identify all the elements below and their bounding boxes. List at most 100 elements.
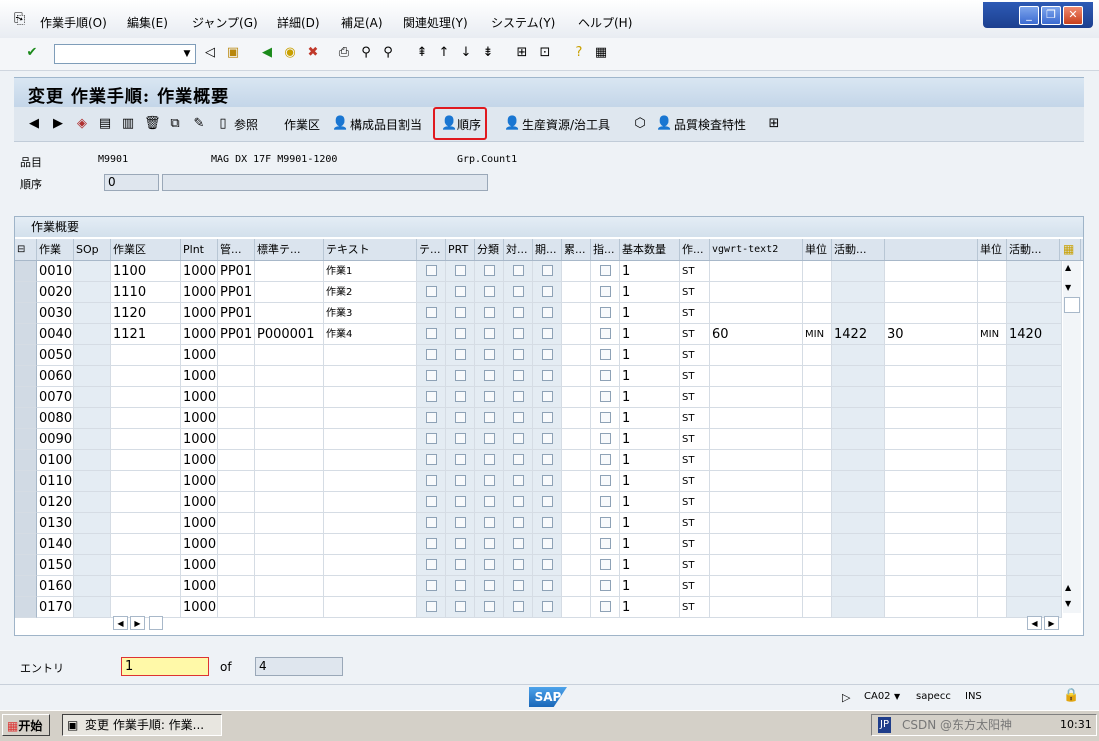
scroll-thumb[interactable] [1064, 297, 1080, 313]
cell-wc[interactable] [111, 450, 181, 471]
checkbox[interactable] [513, 265, 524, 276]
cell-v1[interactable] [710, 576, 803, 597]
cell-unit[interactable]: ST [680, 261, 710, 282]
cell-op[interactable]: 0150 [37, 555, 74, 576]
table-row[interactable]: 0020 1110 1000 PP01 作業2 1 ST [15, 282, 1063, 303]
cell-text[interactable]: 作業2 [324, 282, 417, 303]
checkbox[interactable] [484, 454, 495, 465]
first-page-icon[interactable]: ⇞ [414, 45, 430, 61]
enter-icon[interactable]: ✔ [24, 45, 40, 61]
checkbox[interactable] [455, 517, 466, 528]
checkbox[interactable] [455, 307, 466, 318]
cell-u2[interactable] [978, 261, 1007, 282]
table-row[interactable]: 0010 1100 1000 PP01 作業1 1 ST [15, 261, 1063, 282]
menu-item-environment[interactable]: 関連処理(Y) [403, 14, 468, 31]
cell-u1[interactable] [803, 450, 832, 471]
cell-unit[interactable]: ST [680, 387, 710, 408]
cell-std[interactable] [255, 429, 324, 450]
checkbox[interactable] [600, 370, 611, 381]
cell-unit[interactable]: ST [680, 534, 710, 555]
cell-ctrl[interactable]: PP01 [218, 324, 255, 345]
cell-ctrl[interactable] [218, 534, 255, 555]
cell-c6[interactable] [562, 513, 591, 534]
cell-plnt[interactable]: 1000 [181, 303, 218, 324]
checkbox[interactable] [484, 433, 495, 444]
cell-std[interactable]: P000001 [255, 324, 324, 345]
cell-unit[interactable]: ST [680, 513, 710, 534]
cell-plnt[interactable]: 1000 [181, 576, 218, 597]
row-selector[interactable] [15, 513, 37, 534]
cell-u2[interactable] [978, 303, 1007, 324]
cell-c6[interactable] [562, 534, 591, 555]
row-selector[interactable] [15, 450, 37, 471]
cell-wc[interactable]: 1100 [111, 261, 181, 282]
entry-input[interactable]: 1 [121, 657, 209, 676]
cell-op[interactable]: 0140 [37, 534, 74, 555]
cell-op[interactable]: 0060 [37, 366, 74, 387]
cell-u1[interactable] [803, 534, 832, 555]
cell-op[interactable]: 0130 [37, 513, 74, 534]
cell-a2[interactable] [1007, 513, 1062, 534]
cell-sop[interactable] [74, 450, 111, 471]
cell-op[interactable]: 0090 [37, 429, 74, 450]
checkbox[interactable] [542, 517, 553, 528]
cell-unit[interactable]: ST [680, 366, 710, 387]
cell-c6[interactable] [562, 597, 591, 618]
checkbox[interactable] [513, 391, 524, 402]
cell-v2[interactable] [885, 450, 978, 471]
checkbox[interactable] [484, 349, 495, 360]
cell-v1[interactable] [710, 534, 803, 555]
cell-u2[interactable] [978, 450, 1007, 471]
cell-a1[interactable] [832, 597, 885, 618]
cell-op[interactable]: 0050 [37, 345, 74, 366]
checkbox[interactable] [542, 580, 553, 591]
cell-sop[interactable] [74, 408, 111, 429]
scroll-down-icon[interactable]: ▼ [1065, 599, 1071, 608]
cell-unit[interactable]: ST [680, 282, 710, 303]
cell-u1[interactable] [803, 597, 832, 618]
cell-v1[interactable]: 60 [710, 324, 803, 345]
checkbox[interactable] [542, 559, 553, 570]
cell-wc[interactable] [111, 471, 181, 492]
column-header-indicator[interactable]: 指... [591, 239, 620, 260]
cell-ctrl[interactable] [218, 345, 255, 366]
cell-v2[interactable] [885, 492, 978, 513]
cell-qty[interactable]: 1 [620, 534, 680, 555]
checkbox[interactable] [484, 328, 495, 339]
cell-v1[interactable] [710, 513, 803, 534]
checkbox[interactable] [513, 475, 524, 486]
cell-u1[interactable] [803, 345, 832, 366]
cell-qty[interactable]: 1 [620, 282, 680, 303]
cell-qty[interactable]: 1 [620, 555, 680, 576]
checkbox[interactable] [542, 433, 553, 444]
next-icon[interactable]: ▶ [50, 116, 66, 132]
cell-c6[interactable] [562, 282, 591, 303]
row-selector[interactable] [15, 387, 37, 408]
cell-unit[interactable]: ST [680, 450, 710, 471]
checkbox[interactable] [426, 601, 437, 612]
cell-wc[interactable] [111, 387, 181, 408]
checkbox[interactable] [455, 265, 466, 276]
checkbox[interactable] [542, 265, 553, 276]
cell-u1[interactable] [803, 387, 832, 408]
checkbox[interactable] [513, 538, 524, 549]
cell-wc[interactable] [111, 345, 181, 366]
checkbox[interactable] [426, 517, 437, 528]
cell-v1[interactable] [710, 429, 803, 450]
cell-ctrl[interactable] [218, 513, 255, 534]
table-row[interactable]: 0110 1000 1 ST [15, 471, 1063, 492]
cell-u2[interactable] [978, 471, 1007, 492]
cell-wc[interactable] [111, 534, 181, 555]
cell-sop[interactable] [74, 345, 111, 366]
checkbox[interactable] [542, 370, 553, 381]
cell-text[interactable] [324, 387, 417, 408]
cell-text[interactable]: 作業1 [324, 261, 417, 282]
prt-button[interactable]: 生産資源/治工具 [522, 116, 610, 133]
scroll-right-icon[interactable]: ▶ [1044, 616, 1059, 630]
checkbox[interactable] [542, 328, 553, 339]
cell-text[interactable] [324, 492, 417, 513]
cell-v1[interactable] [710, 597, 803, 618]
row-selector[interactable] [15, 555, 37, 576]
cell-sop[interactable] [74, 366, 111, 387]
checkbox[interactable] [513, 328, 524, 339]
